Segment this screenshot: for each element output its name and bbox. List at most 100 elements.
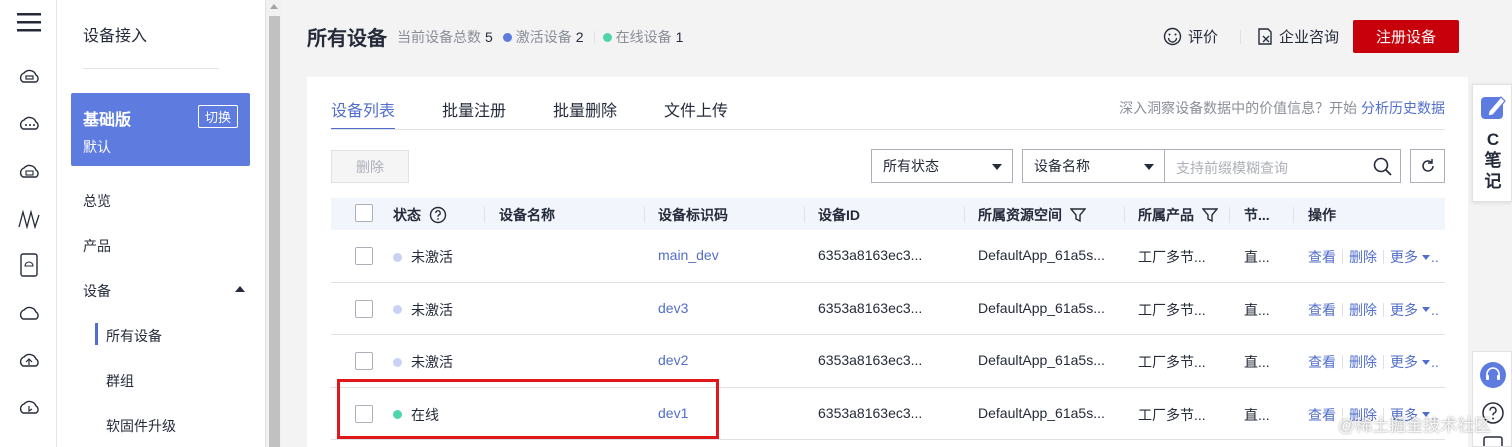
edition-card: 基础版 默认 切换 <box>71 93 250 166</box>
search-icon[interactable] <box>1373 157 1392 176</box>
row-checkbox[interactable] <box>355 247 373 265</box>
col-divider <box>1293 207 1294 223</box>
page-title: 所有设备 <box>307 28 387 50</box>
insight-text: 深入洞察设备数据中的价值信息？开始 <box>1119 100 1358 116</box>
tab-device-list[interactable]: 设备列表 <box>331 77 396 130</box>
product: 工厂多节... <box>1138 301 1206 318</box>
device-identifier-link[interactable]: dev2 <box>658 352 688 368</box>
delete-link[interactable]: 删除 <box>1349 352 1377 372</box>
online-dot-icon <box>602 32 612 42</box>
chevron-down-icon <box>1144 164 1154 170</box>
total-count: 5 <box>485 29 493 45</box>
tab-batch-delete[interactable]: 批量删除 <box>553 77 617 130</box>
more-link[interactable]: 更多 <box>1390 300 1418 320</box>
scroll-up-arrow-icon[interactable] <box>270 4 278 9</box>
device-card-icon[interactable] <box>16 253 42 277</box>
delete-link[interactable]: 删除 <box>1349 300 1377 320</box>
scrollbar-thumb[interactable] <box>269 16 280 447</box>
view-link[interactable]: 查看 <box>1308 352 1336 372</box>
status-text: 未激活 <box>411 354 453 370</box>
inactive-dot-icon <box>393 357 402 367</box>
table-row: 未激活 main_dev 6353a8163ec3... DefaultApp_… <box>331 230 1445 283</box>
nav-item-device[interactable]: 设备 <box>83 281 111 301</box>
inactive-dot-icon <box>393 305 402 314</box>
edition-instance: 默认 <box>83 139 111 155</box>
view-link[interactable]: 查看 <box>1308 247 1336 267</box>
field-select[interactable]: 设备名称 <box>1022 149 1165 183</box>
cloud-upload-icon[interactable] <box>16 349 42 373</box>
cloud-settings-icon[interactable] <box>16 396 42 420</box>
active-dot-icon <box>502 32 512 42</box>
cloud-dots-icon[interactable] <box>16 112 42 136</box>
nav-scrollbar[interactable] <box>265 0 282 447</box>
consult-label: 企业咨询 <box>1279 29 1340 46</box>
consult-button[interactable]: 企业咨询 <box>1257 26 1339 47</box>
row-actions: 查看 删除 更多.. <box>1308 247 1439 267</box>
device-id: 6353a8163ec3... <box>818 247 923 263</box>
rate-button[interactable]: 评价 <box>1163 26 1218 47</box>
col-space: 所属资源空间 <box>978 205 1086 225</box>
tab-batch-register[interactable]: 批量注册 <box>442 77 506 130</box>
menu-icon[interactable] <box>16 10 42 34</box>
col-status-label: 状态 <box>393 207 421 223</box>
resource-space: DefaultApp_61a5s... <box>978 299 1105 316</box>
delete-link[interactable]: 删除 <box>1349 247 1377 267</box>
status-select-value: 所有状态 <box>883 158 939 174</box>
col-space-label: 所属资源空间 <box>978 207 1062 223</box>
cloud-box-icon[interactable] <box>16 160 42 184</box>
row-checkbox[interactable] <box>355 299 373 318</box>
chevron-down-icon <box>992 164 1002 170</box>
chevron-down-icon[interactable] <box>1422 307 1430 312</box>
nav-item-all-devices[interactable]: 所有设备 <box>106 326 162 346</box>
node-type: 直... <box>1244 406 1270 423</box>
device-counts: 当前设备总数 5 激活设备 2 在线设备 1 <box>397 27 689 47</box>
active-label: 激活设备 <box>515 29 572 45</box>
refresh-button[interactable] <box>1410 149 1445 183</box>
register-device-button[interactable]: 注册设备 <box>1353 20 1459 53</box>
chevron-down-icon[interactable] <box>1422 359 1430 365</box>
total-label: 当前设备总数 <box>397 29 481 45</box>
device-id: 6353a8163ec3... <box>818 404 923 421</box>
nav-item-firmware[interactable]: 软固件升级 <box>106 416 176 436</box>
filter-icon[interactable] <box>1202 207 1218 223</box>
col-identifier: 设备标识码 <box>658 207 728 223</box>
col-status: 状态 <box>393 205 447 225</box>
tab-file-upload[interactable]: 文件上传 <box>664 77 728 130</box>
nav-item-overview[interactable]: 总览 <box>83 191 111 211</box>
customer-service-icon[interactable] <box>1479 361 1507 389</box>
more-link[interactable]: 更多 <box>1390 352 1418 372</box>
device-identifier-link[interactable]: main_dev <box>658 247 719 263</box>
note-pen-icon <box>1481 96 1506 119</box>
field-select-value: 设备名称 <box>1034 158 1090 174</box>
annotation-highlight-box <box>337 379 719 439</box>
chevron-up-icon[interactable] <box>235 286 245 292</box>
nav-item-product[interactable]: 产品 <box>83 236 111 256</box>
nav-title: 设备接入 <box>83 28 148 45</box>
status-cell: 未激活 <box>393 247 453 267</box>
select-all-checkbox[interactable] <box>355 204 373 222</box>
feedback-icon[interactable] <box>1481 436 1505 446</box>
online-count: 1 <box>675 29 684 45</box>
history-analysis-link[interactable]: 分析历史数据 <box>1361 100 1445 116</box>
col-divider <box>1124 207 1125 223</box>
smile-icon <box>1163 27 1182 46</box>
delete-button[interactable]: 删除 <box>331 150 409 183</box>
tabs: 设备列表 批量注册 批量删除 文件上传 <box>331 77 775 130</box>
insight-hint: 深入洞察设备数据中的价值信息？开始 分析历史数据 <box>1119 98 1445 118</box>
search-input[interactable]: 支持前缀模糊查询 <box>1164 149 1401 183</box>
nav-item-group[interactable]: 群组 <box>106 371 134 391</box>
signal-wave-icon[interactable] <box>16 207 42 231</box>
view-link[interactable]: 查看 <box>1308 300 1336 320</box>
chevron-down-icon[interactable] <box>1422 254 1430 260</box>
status-select[interactable]: 所有状态 <box>871 149 1013 183</box>
cloud-icon[interactable] <box>16 302 42 326</box>
help-icon[interactable] <box>429 206 447 224</box>
cloud-chat-icon[interactable] <box>16 65 42 89</box>
device-identifier-link[interactable]: dev3 <box>658 300 688 316</box>
row-checkbox[interactable] <box>355 352 373 370</box>
filter-icon[interactable] <box>1070 207 1086 223</box>
note-widget[interactable]: C笔记 <box>1472 84 1512 202</box>
edition-switch-button[interactable]: 切换 <box>197 105 238 128</box>
more-link[interactable]: 更多 <box>1390 247 1418 267</box>
view-link[interactable]: 查看 <box>1308 405 1336 425</box>
